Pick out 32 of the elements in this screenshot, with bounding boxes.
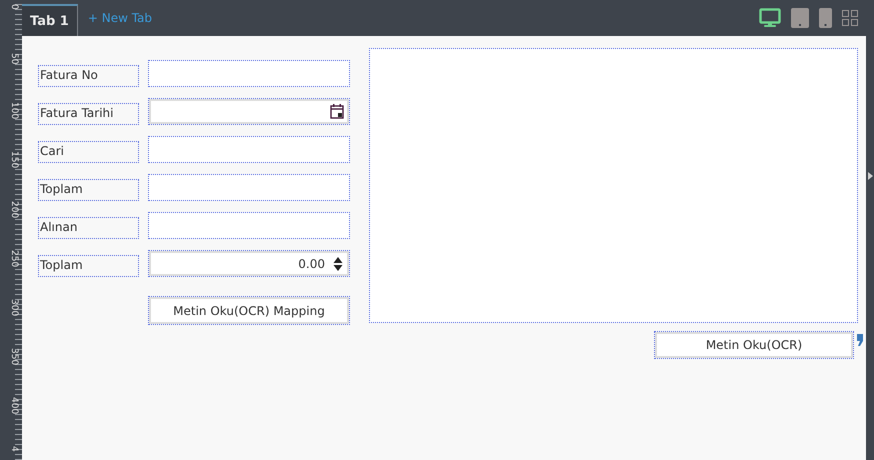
spinner-arrows-icon[interactable] [333, 256, 343, 270]
ruler-number: 4 [9, 446, 18, 454]
ruler-number: 50 [9, 53, 18, 67]
ocr-button[interactable]: Metin Oku(OCR) [654, 331, 854, 359]
ruler-number: 350 [9, 348, 18, 368]
input-field[interactable] [148, 174, 350, 201]
date-field[interactable] [148, 98, 350, 125]
desktop-icon[interactable] [759, 8, 781, 28]
field-label: Alınan [38, 217, 139, 239]
ruler-number: 0 [9, 4, 18, 12]
ruler-number: 200 [9, 200, 18, 220]
number-field[interactable]: 0.00 [148, 250, 350, 277]
phone-icon[interactable] [819, 8, 832, 28]
handle-icon[interactable] [857, 334, 863, 346]
input-field[interactable] [148, 212, 350, 239]
grid-icon[interactable] [842, 10, 858, 26]
field-label: Fatura Tarihi [38, 103, 139, 125]
expand-arrow-icon[interactable] [868, 172, 872, 180]
calendar-icon[interactable] [330, 104, 344, 119]
ruler-number: 300 [9, 298, 18, 318]
field-label: Fatura No [38, 65, 139, 87]
field-label: Cari [38, 141, 139, 163]
input-field[interactable] [148, 136, 350, 163]
ruler-number: 150 [9, 151, 18, 171]
field-label: Toplam [38, 255, 139, 277]
ruler-number: 250 [9, 250, 18, 269]
ruler-number: 100 [9, 102, 18, 122]
ruler-number: 400 [9, 397, 18, 416]
input-field[interactable] [148, 60, 350, 87]
tab[interactable]: Tab 1 [22, 4, 78, 36]
field-label: Toplam [38, 179, 139, 201]
ocr-mapping-button[interactable]: Metin Oku(OCR) Mapping [148, 296, 350, 325]
